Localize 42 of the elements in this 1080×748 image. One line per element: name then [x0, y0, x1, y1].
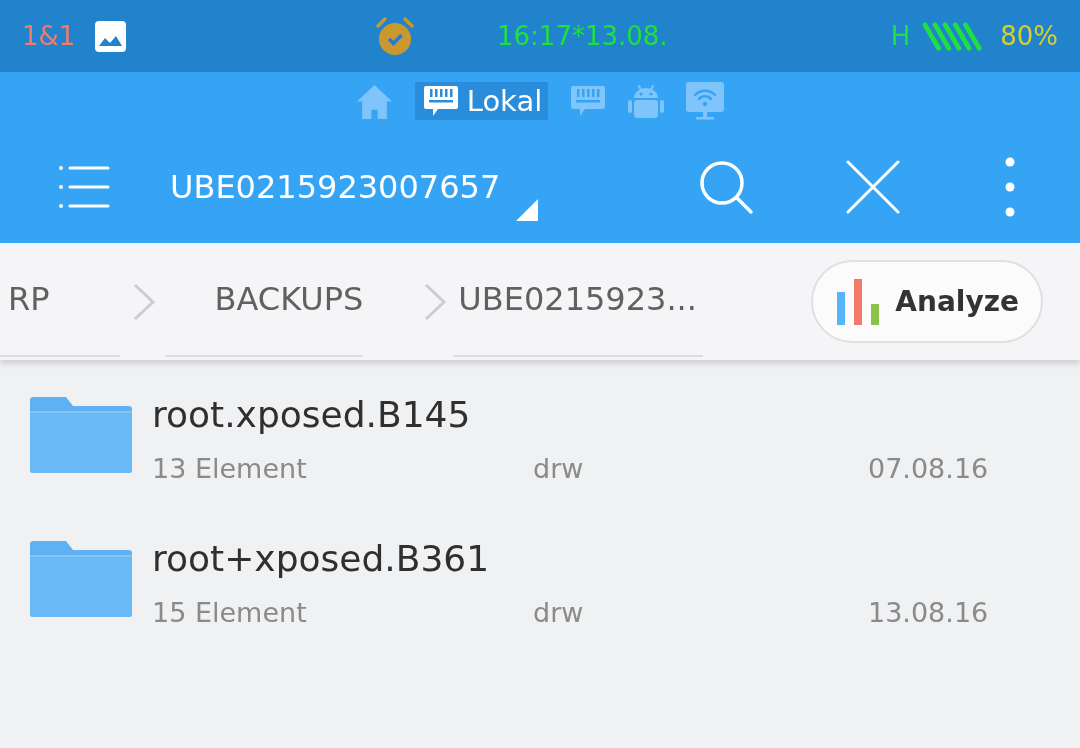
more-options-button[interactable] [1004, 155, 1016, 218]
modified-date: 07.08.16 [868, 453, 989, 485]
breadcrumb[interactable]: UBE0215923... [453, 243, 703, 357]
chevron-icon [423, 281, 448, 322]
item-count: 15 Element [152, 597, 307, 629]
location-tab[interactable] [628, 82, 665, 120]
caret-icon [516, 198, 539, 221]
folder-icon [30, 397, 132, 473]
carrier-name: 1&1 [22, 21, 76, 51]
wifi-monitor-icon [686, 82, 725, 120]
item-count: 13 Element [152, 453, 307, 485]
close-button[interactable] [846, 159, 900, 214]
breadcrumb[interactable]: RP [0, 243, 120, 357]
permissions: drw [533, 597, 584, 629]
folder-name: root+xposed.B361 [152, 539, 490, 579]
menu-icon [58, 163, 110, 210]
sd-card-icon [422, 85, 459, 117]
folder-icon [30, 541, 132, 617]
alarm-clock-icon [375, 16, 415, 56]
location-tab[interactable] [686, 82, 725, 120]
folder-name: root.xposed.B145 [152, 395, 471, 435]
android-icon [628, 83, 665, 119]
location-tab[interactable]: Lokal [414, 82, 549, 120]
network-type: H [890, 21, 911, 51]
signal-icon [922, 21, 985, 51]
search-icon [698, 158, 754, 215]
status-time: 16:17*13.08. [497, 21, 668, 51]
location-tab[interactable] [355, 82, 393, 120]
menu-button[interactable] [58, 163, 110, 210]
modified-date: 13.08.16 [868, 597, 989, 629]
bar-chart-icon [835, 278, 882, 325]
sd-card-icon [570, 85, 607, 117]
battery-level: 80% [1000, 21, 1058, 51]
more-options-icon [1004, 155, 1016, 218]
permissions: drw [533, 453, 584, 485]
search-button[interactable] [698, 158, 754, 215]
home-icon [355, 83, 393, 119]
chevron-icon [131, 281, 156, 322]
image-icon [95, 20, 127, 52]
close-icon [846, 159, 900, 214]
breadcrumb[interactable]: BACKUPS [164, 243, 364, 357]
analyze-button[interactable]: Analyze [811, 260, 1043, 343]
